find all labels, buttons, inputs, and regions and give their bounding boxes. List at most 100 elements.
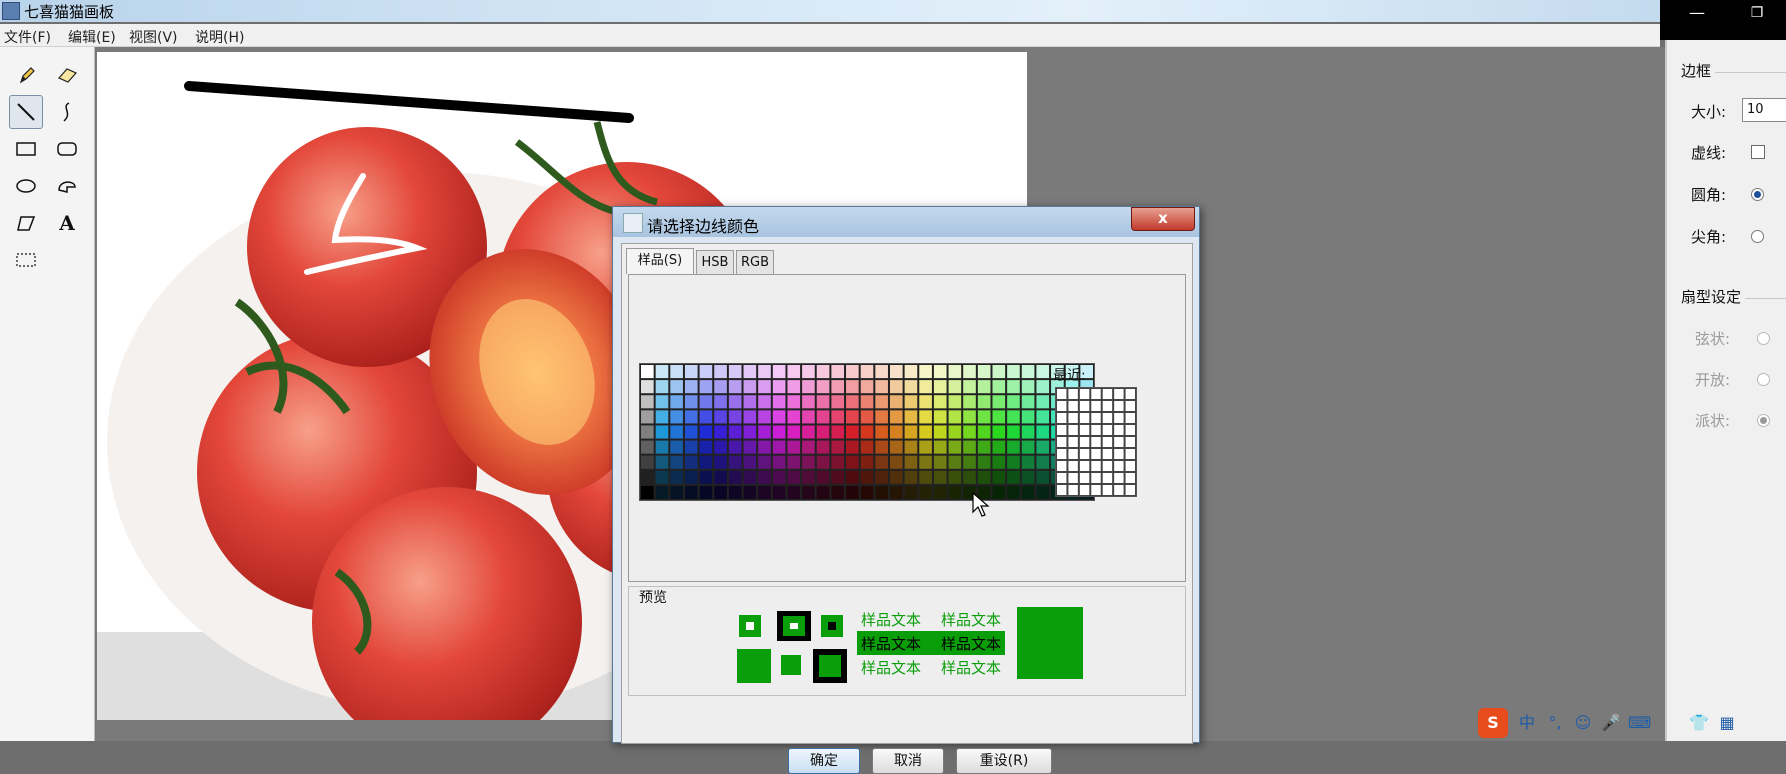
recent-swatch[interactable] bbox=[1057, 389, 1067, 399]
recent-swatch[interactable] bbox=[1091, 461, 1101, 471]
color-swatch[interactable] bbox=[977, 470, 991, 484]
rounded-rectangle-tool[interactable] bbox=[50, 132, 84, 166]
color-swatch[interactable] bbox=[728, 470, 742, 484]
color-swatch[interactable] bbox=[641, 470, 654, 484]
color-swatch[interactable] bbox=[743, 455, 757, 469]
color-swatch[interactable] bbox=[641, 455, 654, 469]
color-swatch[interactable] bbox=[1021, 455, 1035, 469]
color-swatch[interactable] bbox=[670, 365, 683, 379]
color-swatch[interactable] bbox=[802, 440, 815, 454]
color-swatch[interactable] bbox=[992, 365, 1006, 379]
color-swatch[interactable] bbox=[655, 410, 669, 424]
text-tool[interactable]: A bbox=[50, 206, 84, 240]
recent-swatch[interactable] bbox=[1102, 413, 1113, 423]
recent-swatch[interactable] bbox=[1057, 425, 1067, 435]
color-swatch[interactable] bbox=[963, 470, 976, 484]
recent-swatch[interactable] bbox=[1068, 389, 1078, 399]
color-swatch[interactable] bbox=[919, 455, 932, 469]
color-swatch[interactable] bbox=[919, 440, 932, 454]
color-swatch[interactable] bbox=[933, 395, 947, 409]
recent-swatch[interactable] bbox=[1125, 401, 1135, 411]
color-swatch[interactable] bbox=[743, 440, 757, 454]
color-swatch[interactable] bbox=[670, 395, 683, 409]
color-swatch[interactable] bbox=[963, 440, 976, 454]
color-swatch[interactable] bbox=[1007, 455, 1020, 469]
cancel-button[interactable]: 取消 bbox=[872, 748, 944, 774]
recent-swatch[interactable] bbox=[1102, 485, 1113, 495]
color-swatch[interactable] bbox=[772, 365, 786, 379]
color-swatch[interactable] bbox=[889, 455, 903, 469]
color-swatch[interactable] bbox=[714, 485, 727, 499]
color-swatch[interactable] bbox=[670, 470, 683, 484]
color-swatch[interactable] bbox=[787, 380, 801, 394]
color-swatch[interactable] bbox=[743, 410, 757, 424]
color-swatch[interactable] bbox=[1036, 410, 1050, 424]
color-swatch[interactable] bbox=[684, 455, 698, 469]
recent-swatch[interactable] bbox=[1079, 485, 1090, 495]
color-swatch[interactable] bbox=[728, 380, 742, 394]
color-swatch[interactable] bbox=[772, 485, 786, 499]
color-swatch[interactable] bbox=[699, 485, 713, 499]
recent-swatch[interactable] bbox=[1114, 473, 1124, 483]
reset-button[interactable]: 重设(R) bbox=[956, 748, 1052, 774]
color-swatch[interactable] bbox=[1007, 395, 1020, 409]
color-swatch[interactable] bbox=[743, 485, 757, 499]
color-swatch[interactable] bbox=[802, 470, 815, 484]
color-swatch[interactable] bbox=[670, 485, 683, 499]
color-swatch[interactable] bbox=[948, 380, 962, 394]
color-swatch[interactable] bbox=[1021, 440, 1035, 454]
recent-swatch[interactable] bbox=[1091, 401, 1101, 411]
recent-swatch[interactable] bbox=[1125, 461, 1135, 471]
color-swatch[interactable] bbox=[919, 380, 932, 394]
color-swatch[interactable] bbox=[963, 380, 976, 394]
color-swatch[interactable] bbox=[889, 410, 903, 424]
color-swatch[interactable] bbox=[714, 395, 727, 409]
microphone-icon[interactable]: 🎤 bbox=[1600, 712, 1622, 734]
color-swatch[interactable] bbox=[1021, 470, 1035, 484]
color-swatch[interactable] bbox=[714, 380, 727, 394]
recent-swatch[interactable] bbox=[1125, 425, 1135, 435]
color-swatch[interactable] bbox=[1036, 470, 1050, 484]
rectangle-tool[interactable] bbox=[9, 132, 43, 166]
color-swatch[interactable] bbox=[948, 470, 962, 484]
color-swatch[interactable] bbox=[831, 470, 845, 484]
color-swatch[interactable] bbox=[846, 455, 859, 469]
color-swatch[interactable] bbox=[875, 470, 888, 484]
color-swatch[interactable] bbox=[846, 395, 859, 409]
color-swatch[interactable] bbox=[772, 380, 786, 394]
color-swatch[interactable] bbox=[641, 395, 654, 409]
color-swatch[interactable] bbox=[802, 455, 815, 469]
color-swatch[interactable] bbox=[889, 425, 903, 439]
color-swatch[interactable] bbox=[919, 365, 932, 379]
size-spinner[interactable]: 10 bbox=[1742, 98, 1786, 122]
recent-swatch[interactable] bbox=[1102, 473, 1113, 483]
color-swatch[interactable] bbox=[992, 485, 1006, 499]
color-swatch[interactable] bbox=[684, 470, 698, 484]
color-swatch[interactable] bbox=[714, 410, 727, 424]
color-swatch[interactable] bbox=[919, 485, 932, 499]
color-swatch[interactable] bbox=[655, 425, 669, 439]
color-swatch[interactable] bbox=[963, 365, 976, 379]
color-swatch[interactable] bbox=[919, 425, 932, 439]
color-swatch[interactable] bbox=[933, 440, 947, 454]
recent-swatch[interactable] bbox=[1125, 449, 1135, 459]
color-swatch[interactable] bbox=[860, 395, 874, 409]
color-swatch[interactable] bbox=[977, 395, 991, 409]
color-swatch[interactable] bbox=[948, 455, 962, 469]
recent-swatch[interactable] bbox=[1057, 473, 1067, 483]
color-swatch[interactable] bbox=[714, 425, 727, 439]
color-swatch[interactable] bbox=[1021, 380, 1035, 394]
recent-swatch[interactable] bbox=[1068, 485, 1078, 495]
recent-swatch[interactable] bbox=[1057, 437, 1067, 447]
select-tool[interactable] bbox=[9, 243, 43, 277]
color-swatch[interactable] bbox=[933, 410, 947, 424]
recent-swatch[interactable] bbox=[1125, 437, 1135, 447]
recent-swatch[interactable] bbox=[1114, 401, 1124, 411]
color-swatch[interactable] bbox=[860, 485, 874, 499]
color-swatch[interactable] bbox=[699, 455, 713, 469]
recent-swatch[interactable] bbox=[1068, 401, 1078, 411]
recent-swatch[interactable] bbox=[1091, 437, 1101, 447]
color-swatch[interactable] bbox=[948, 395, 962, 409]
color-swatch[interactable] bbox=[933, 365, 947, 379]
color-swatch[interactable] bbox=[816, 440, 830, 454]
